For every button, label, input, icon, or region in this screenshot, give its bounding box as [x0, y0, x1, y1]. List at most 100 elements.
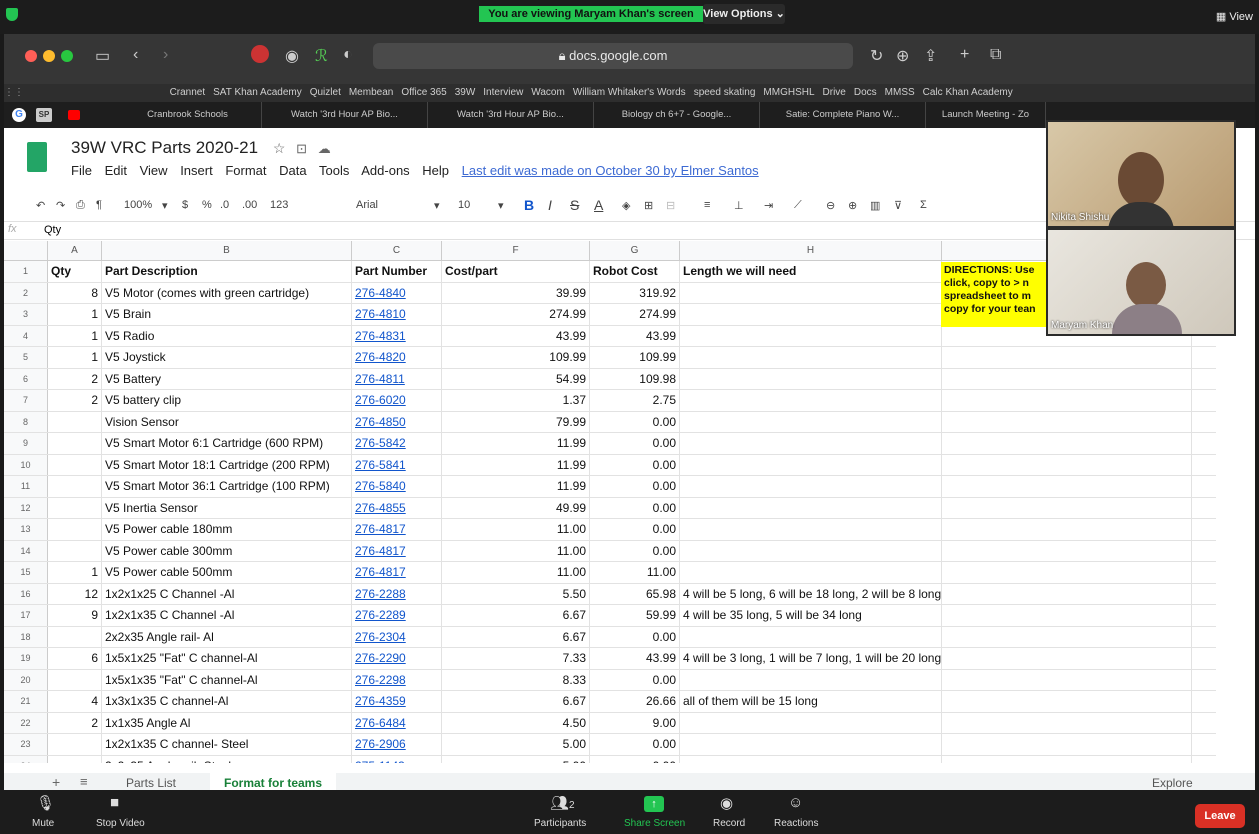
strikethrough-icon[interactable]: S	[570, 197, 579, 213]
more-formats-button[interactable]: 123	[270, 199, 288, 211]
extension-icon[interactable]: ◉	[285, 46, 299, 66]
cell-cost[interactable]: 11.99	[442, 433, 590, 454]
currency-format-button[interactable]: $	[182, 199, 188, 211]
cell-robot[interactable]: 11.00	[590, 562, 680, 583]
cell-length[interactable]: 4 will be 35 long, 5 will be 34 long	[680, 605, 942, 626]
chart-icon[interactable]: ▥	[870, 199, 880, 212]
column-header-f[interactable]: F	[442, 241, 590, 261]
cell-qty[interactable]	[48, 454, 102, 475]
cell-length[interactable]	[680, 433, 942, 454]
row-number[interactable]: 9	[4, 433, 48, 454]
cell-length[interactable]	[680, 411, 942, 432]
cell-qty[interactable]: 1	[48, 325, 102, 346]
borders-icon[interactable]: ⊞	[644, 199, 653, 212]
minimize-window-button[interactable]	[43, 50, 55, 62]
cell-desc[interactable]: V5 Power cable 180mm	[102, 519, 352, 540]
column-header-g[interactable]: G	[590, 241, 680, 261]
cell-blank[interactable]	[942, 368, 1192, 389]
bookmark-item[interactable]: Membean	[349, 87, 393, 98]
share-icon[interactable]: ⇪	[924, 46, 937, 66]
row-number[interactable]: 2	[4, 282, 48, 303]
cell-cost[interactable]: 11.00	[442, 540, 590, 561]
row-number[interactable]: 10	[4, 454, 48, 475]
column-header-h[interactable]: H	[680, 241, 942, 261]
cell-qty[interactable]	[48, 476, 102, 497]
tabs-overview-icon[interactable]: ⧉	[990, 46, 1001, 64]
cell-part[interactable]: 276-6020	[352, 390, 442, 411]
cell-blank[interactable]	[942, 519, 1192, 540]
font-size-select[interactable]: 10	[458, 199, 470, 211]
cell-desc[interactable]: V5 Joystick	[102, 347, 352, 368]
browser-tab[interactable]: Biology ch 6+7 - Google...	[594, 102, 760, 128]
cell-robot[interactable]: 109.99	[590, 347, 680, 368]
cell-part[interactable]: 276-4817	[352, 562, 442, 583]
privacy-icon[interactable]: ◐	[343, 46, 353, 64]
row-number[interactable]: 6	[4, 368, 48, 389]
cell-part[interactable]: 276-5842	[352, 433, 442, 454]
cell-cost[interactable]: 11.99	[442, 476, 590, 497]
cell-cost[interactable]: 5.00	[442, 734, 590, 755]
extension-grammar-icon[interactable]: ℛ	[315, 46, 328, 66]
cell-length[interactable]	[680, 325, 942, 346]
cell-length[interactable]	[680, 476, 942, 497]
browser-tab[interactable]: Satie: Complete Piano W...	[760, 102, 926, 128]
bookmark-item[interactable]: Crannet	[170, 87, 206, 98]
rotate-icon[interactable]: ⟋	[794, 199, 802, 212]
select-all-corner[interactable]	[4, 241, 48, 261]
close-window-button[interactable]	[25, 50, 37, 62]
cell-part[interactable]: 276-2304	[352, 626, 442, 647]
cell-qty[interactable]: 4	[48, 691, 102, 712]
cell-length[interactable]	[680, 626, 942, 647]
all-sheets-icon[interactable]: ≡	[80, 774, 88, 789]
download-icon[interactable]: ⊕	[896, 46, 909, 66]
cell-cost[interactable]: 79.99	[442, 411, 590, 432]
menu-tools[interactable]: Tools	[319, 163, 349, 178]
redo-icon[interactable]: ↷	[56, 199, 65, 212]
cell-blank[interactable]	[942, 755, 1192, 763]
url-bar[interactable]: 🔒︎ docs.google.com	[373, 43, 853, 69]
cell-robot[interactable]: 0.00	[590, 519, 680, 540]
print-icon[interactable]: ⎙	[76, 199, 85, 212]
row-number[interactable]: 11	[4, 476, 48, 497]
maximize-window-button[interactable]	[61, 50, 73, 62]
font-select[interactable]: Arial	[356, 199, 378, 211]
cell-qty[interactable]	[48, 519, 102, 540]
cell-cost[interactable]: 8.33	[442, 669, 590, 690]
cell-length[interactable]	[680, 712, 942, 733]
filter-icon[interactable]: ⊽	[894, 199, 902, 212]
wrap-icon[interactable]: ⇥	[764, 199, 773, 212]
cell-qty[interactable]	[48, 497, 102, 518]
cell-length[interactable]	[680, 755, 942, 763]
cell-desc[interactable]: V5 battery clip	[102, 390, 352, 411]
bookmark-item[interactable]: Quizlet	[310, 87, 341, 98]
cell-blank[interactable]	[942, 648, 1192, 669]
cell-robot[interactable]: 65.98	[590, 583, 680, 604]
menu-view[interactable]: View	[140, 163, 168, 178]
cell-blank[interactable]	[942, 734, 1192, 755]
browser-tab[interactable]: Watch '3rd Hour AP Bio...	[262, 102, 428, 128]
cell-qty[interactable]: 2	[48, 390, 102, 411]
share-screen-label[interactable]: Share Screen	[624, 818, 685, 829]
cell-blank[interactable]	[942, 691, 1192, 712]
link-icon[interactable]: ⊖	[826, 199, 835, 212]
cell-robot[interactable]: 43.99	[590, 325, 680, 346]
cell-robot[interactable]: 0.00	[590, 476, 680, 497]
cell-cost[interactable]: 39.99	[442, 282, 590, 303]
bookmark-item[interactable]: Drive	[823, 87, 846, 98]
star-icon[interactable]: ☆	[273, 140, 286, 156]
cell-part[interactable]: 276-4820	[352, 347, 442, 368]
cell-desc[interactable]: V5 Power cable 300mm	[102, 540, 352, 561]
sidebar-icon[interactable]: ▭	[95, 46, 110, 66]
cell-desc[interactable]: 1x2x1x25 C Channel -Al	[102, 583, 352, 604]
cell-part[interactable]: 276-4817	[352, 519, 442, 540]
cell-cost[interactable]: 5.50	[442, 583, 590, 604]
cell-desc[interactable]: 1x1x35 Angle Al	[102, 712, 352, 733]
cell-robot[interactable]: 319.92	[590, 282, 680, 303]
cell-qty[interactable]: 1	[48, 304, 102, 325]
cell-robot[interactable]: 2.75	[590, 390, 680, 411]
cell-cost[interactable]: 11.99	[442, 454, 590, 475]
row-number[interactable]: 16	[4, 583, 48, 604]
zoom-select[interactable]: 100%	[124, 199, 152, 211]
sheet-tab-format-for-teams[interactable]: Format for teams	[210, 773, 337, 791]
cell-desc[interactable]: Vision Sensor	[102, 411, 352, 432]
